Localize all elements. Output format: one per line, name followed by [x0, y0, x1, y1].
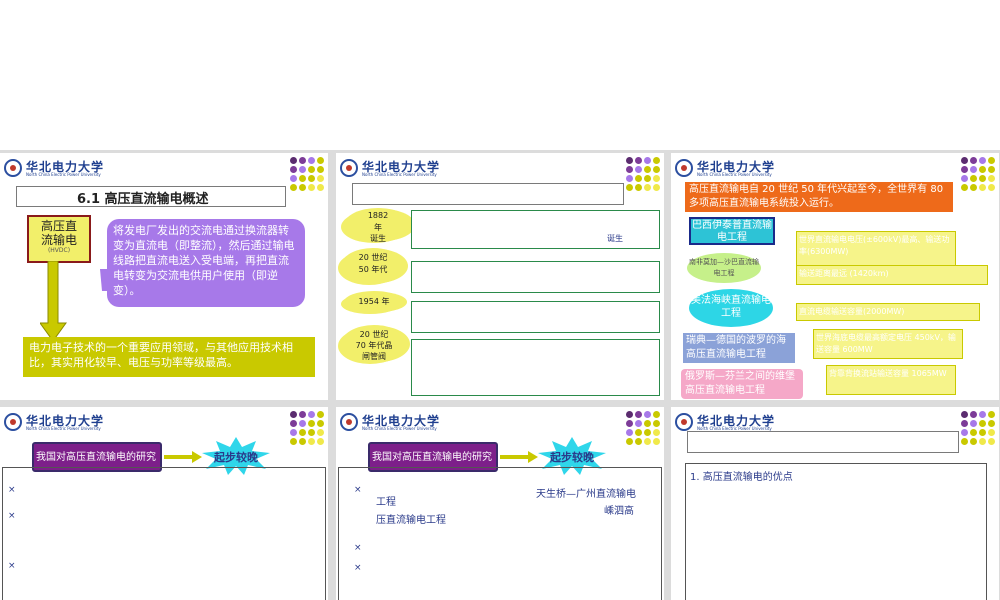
advantages-heading: 1. 高压直流输电的优点 [690, 472, 793, 483]
slide-title-box: 6.1 高压直流输电概述 [16, 186, 286, 207]
bottom-description: 电力电子技术的一个重要应用领域，与其他应用技术相比，其实用化较早、电压与功率等级… [23, 337, 315, 377]
slide-2[interactable]: 华北电力大学 North China Electric Power Univers… [336, 153, 664, 400]
timeline-box-4 [411, 339, 660, 396]
university-logo: 华北电力大学 North China Electric Power Univers… [340, 413, 450, 433]
bullet-x-icon: × [354, 485, 362, 495]
bullet-x-icon: × [8, 561, 16, 571]
hvdc-label-box: 高压直 流输电 (HVDC) [27, 215, 91, 263]
university-logo: 华北电力大学 North China Electric Power Univers… [675, 159, 785, 179]
slide-title: 6.1 高压直流输电概述 [77, 192, 209, 207]
dots-decoration [961, 157, 995, 201]
timeline-box-3 [411, 301, 660, 333]
dots-decoration [626, 411, 660, 455]
university-logo: 华北电力大学 North China Electric Power Univers… [4, 159, 114, 179]
arrow-right-icon [500, 451, 538, 463]
dots-decoration [290, 411, 324, 455]
badge-text: 起步较晚 [214, 451, 258, 464]
note-1: 世界直流输电电压(±600kV)最高、输送功率(6300MW) [796, 231, 956, 267]
project-itaipu: 巴西伊泰普直流输电工程 [689, 217, 775, 245]
project-text-1: 工程 [376, 497, 396, 508]
project-vyborg: 俄罗斯—芬兰之间的维堡高压直流输电工程 [681, 369, 803, 399]
arrow-right-icon [164, 451, 202, 463]
seal-icon [675, 159, 693, 177]
bullet-x-icon: × [354, 543, 362, 553]
timeline-box-1: 诞生 [411, 210, 660, 249]
seal-icon [4, 413, 22, 431]
hvdc-label-line1: 高压直 [40, 219, 77, 233]
dots-decoration [290, 157, 324, 201]
badge-text: 起步较晚 [550, 451, 594, 464]
dots-decoration [626, 157, 660, 201]
dots-decoration [961, 411, 995, 455]
university-logo: 华北电力大学 North China Electric Power Univers… [340, 159, 450, 179]
project-south-africa: 南非莫加—沙巴直流输电工程 [687, 253, 761, 283]
slide-6[interactable]: 华北电力大学 North China Electric Power Univers… [671, 407, 999, 600]
header-banner: 高压直流输电自 20 世纪 50 年代兴起至今，全世界有 80 多项高压直流输电… [685, 182, 953, 212]
seal-icon [675, 413, 693, 431]
university-logo: 华北电力大学 North China Electric Power Univers… [4, 413, 114, 433]
timeline-cloud-3: 1954 年 [344, 291, 404, 313]
slide-5[interactable]: 华北电力大学 North China Electric Power Univers… [336, 407, 664, 600]
hvdc-sub: (HVDC) [47, 247, 71, 254]
timeline-cloud-1: 1882 年 诞生 [344, 208, 412, 243]
project-text-2: 压直流输电工程 [376, 515, 446, 526]
bullet-x-icon: × [354, 563, 362, 573]
seal-icon [340, 159, 358, 177]
timeline-cloud-4: 20 世纪 70 年代晶 闸管阀 [341, 325, 407, 363]
slide-3[interactable]: 华北电力大学 North China Electric Power Univers… [671, 153, 999, 400]
note-4: 世界海底电缆最高额定电压 450kV，输送容量 600MW [813, 329, 963, 359]
slide-title-box [687, 431, 959, 453]
slide-title-box [352, 183, 624, 205]
timeline-cloud-2: 20 世纪 50 年代 [341, 248, 405, 284]
content-box [2, 467, 326, 600]
hvdc-label-line2: 流输电 [40, 233, 77, 247]
project-text-4: 嵊泗高 [604, 506, 634, 517]
timeline-box-2 [411, 261, 660, 293]
slide-1[interactable]: 华北电力大学 North China Electric Power Univers… [0, 153, 328, 400]
bullet-x-icon: × [8, 511, 16, 521]
note-3: 直流电缆输送容量(2000MW) [796, 303, 980, 321]
seal-icon [340, 413, 358, 431]
slide-4[interactable]: 华北电力大学 North China Electric Power Univers… [0, 407, 328, 600]
university-logo: 华北电力大学 North China Electric Power Univers… [675, 413, 785, 433]
definition-bubble: 将发电厂发出的交流电通过换流器转变为直流电（即整流），然后通过输电线路把直流电送… [107, 219, 305, 307]
project-france: 美法海峡直流输电工程 [689, 289, 773, 327]
timeline-box-1-text: 诞生 [607, 234, 623, 243]
note-5: 背靠背换流站输送容量 1065MW [826, 365, 956, 395]
content-box: 1. 高压直流输电的优点 [685, 463, 987, 600]
project-text-3: 天生桥—广州直流输电 [536, 489, 636, 500]
project-baltic: 瑞典—德国的波罗的海高压直流输电工程 [683, 333, 795, 363]
seal-icon [4, 159, 22, 177]
note-2: 输送距离最远 (1420km) [796, 265, 988, 285]
bullet-x-icon: × [8, 485, 16, 495]
